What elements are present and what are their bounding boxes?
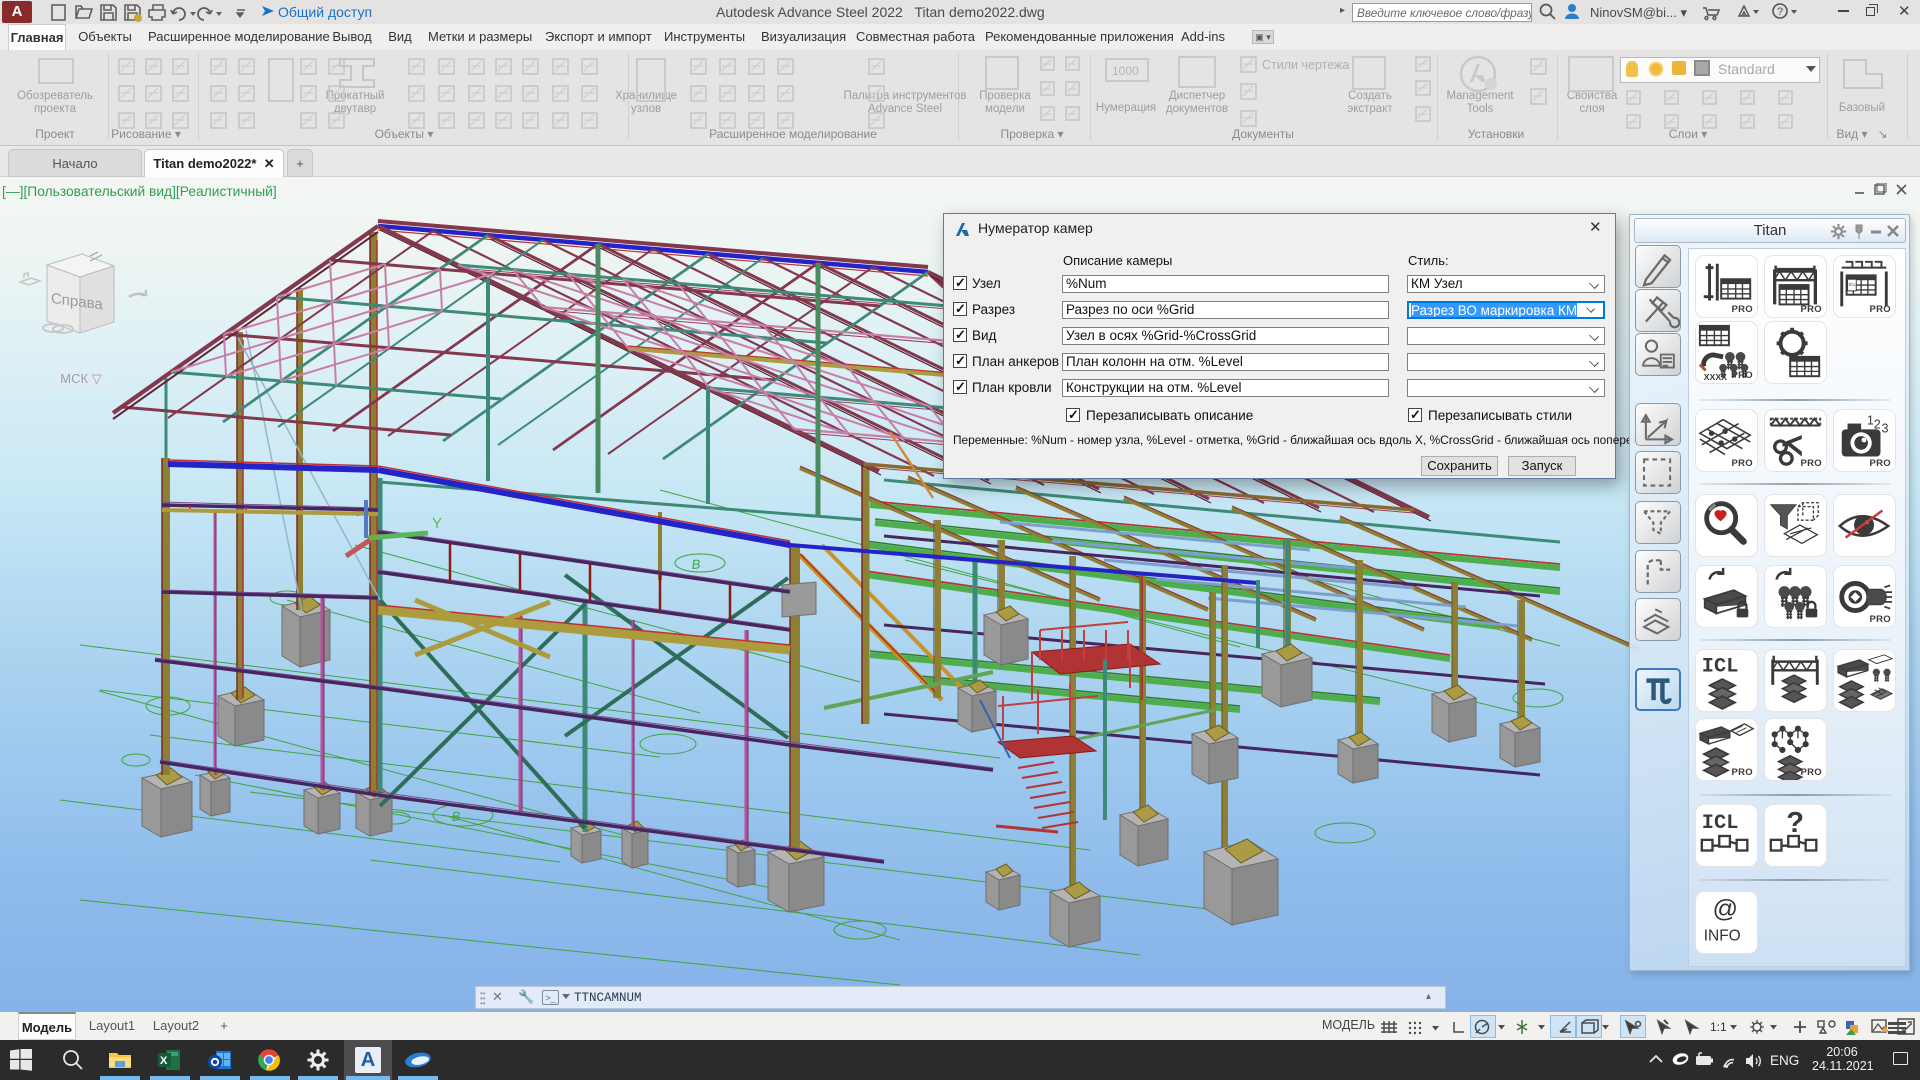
svg-text:X: X — [160, 1055, 168, 1067]
svg-text:1:1: 1:1 — [1710, 1020, 1727, 1034]
svg-text:?: ? — [1777, 6, 1783, 18]
svg-text:B: B — [451, 808, 461, 824]
svg-text:3: 3 — [1881, 421, 1888, 435]
svg-text:ICL: ICL — [1849, 282, 1857, 288]
svg-text:XXXX: XXXX — [1704, 372, 1727, 382]
svg-text:ICL: ICL — [1702, 812, 1739, 835]
svg-text:B: B — [691, 556, 701, 572]
svg-text:@: @ — [1712, 895, 1738, 923]
svg-text:INFO: INFO — [1704, 927, 1741, 944]
svg-text:ICL: ICL — [1702, 655, 1739, 678]
svg-text:2: 2 — [1874, 417, 1881, 431]
svg-text:?: ? — [1786, 807, 1804, 839]
svg-text:Y: Y — [432, 515, 442, 532]
